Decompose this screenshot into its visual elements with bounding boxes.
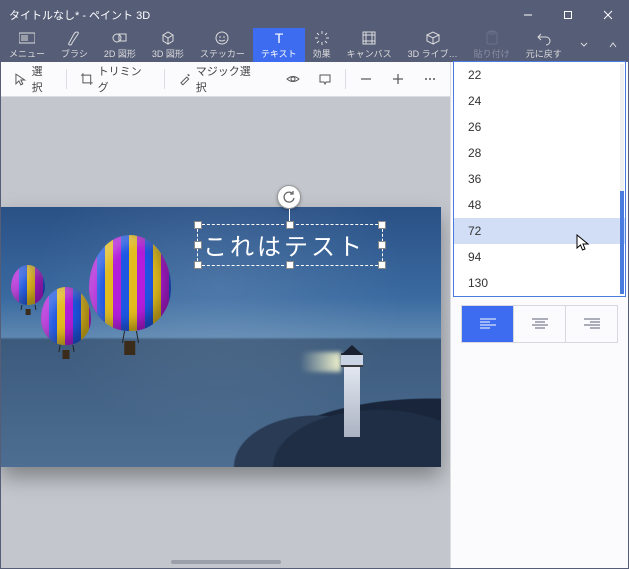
app-body: 選択 トリミング マジック選択 <box>1 62 628 568</box>
menu-icon <box>19 30 35 46</box>
ribbon-sticker[interactable]: ステッカー <box>192 28 253 62</box>
effects-icon <box>314 30 330 46</box>
font-size-option[interactable]: 36 <box>454 166 625 192</box>
shapes-3d-icon <box>160 30 176 46</box>
secondary-toolbar: 選択 トリミング マジック選択 <box>1 62 450 97</box>
ribbon-text[interactable]: T テキスト <box>253 28 305 62</box>
more-button[interactable] <box>418 69 442 89</box>
ribbon: メニュー ブラシ 2D 図形 3D 図形 ステッカー T テキスト 効果 キャン <box>1 28 628 62</box>
ribbon-label: メニュー <box>9 47 45 60</box>
resize-handle[interactable] <box>286 261 294 269</box>
image-lighthouse <box>341 345 363 437</box>
canvas-icon <box>361 30 377 46</box>
crop-tool[interactable]: トリミング <box>75 60 156 98</box>
svg-text:T: T <box>274 30 283 46</box>
undo-icon <box>536 30 552 46</box>
font-size-option[interactable]: 130 <box>454 270 625 296</box>
ribbon-3dlibrary[interactable]: 3D ライブ… <box>400 28 466 62</box>
sticker-icon <box>214 30 230 46</box>
font-size-option[interactable]: 24 <box>454 88 625 114</box>
ribbon-label: ブラシ <box>61 47 88 60</box>
font-size-option[interactable]: 26 <box>454 114 625 140</box>
text-align-group <box>461 305 618 343</box>
mixed-reality-button[interactable] <box>313 69 337 89</box>
ribbon-label: ステッカー <box>200 47 245 60</box>
canvas-text-content[interactable]: これはテスト <box>203 227 365 262</box>
listbox-scrollbar[interactable] <box>620 64 624 294</box>
magic-select-tool[interactable]: マジック選択 <box>173 60 265 98</box>
minimize-button[interactable] <box>508 1 548 28</box>
app-window: タイトルなし* - ペイント 3D メニュー ブラシ 2D 図形 3D 図形 ス… <box>0 0 629 569</box>
canvas-area[interactable]: これはテスト <box>1 97 450 568</box>
align-left-button[interactable] <box>462 306 514 342</box>
brush-icon <box>66 30 82 46</box>
ribbon-label: 元に戻す <box>526 47 562 60</box>
ribbon-menu[interactable]: メニュー <box>1 28 53 62</box>
zoom-in-button[interactable] <box>386 69 410 89</box>
view-3d-button[interactable] <box>281 69 305 89</box>
resize-handle[interactable] <box>378 261 386 269</box>
ribbon-brush[interactable]: ブラシ <box>53 28 96 62</box>
resize-handle[interactable] <box>378 221 386 229</box>
font-size-option-selected[interactable]: 72 <box>454 218 625 244</box>
image-balloon <box>41 287 91 359</box>
image-balloon <box>89 235 171 355</box>
ribbon-collapse[interactable] <box>599 28 628 62</box>
titlebar: タイトルなし* - ペイント 3D <box>1 1 628 28</box>
font-size-option[interactable]: 28 <box>454 140 625 166</box>
paste-icon <box>484 30 500 46</box>
ribbon-undo[interactable]: 元に戻す <box>518 28 570 62</box>
align-right-button[interactable] <box>566 306 617 342</box>
maximize-button[interactable] <box>548 1 588 28</box>
resize-handle[interactable] <box>194 261 202 269</box>
ribbon-label: キャンバス <box>347 47 392 60</box>
ribbon-effects[interactable]: 効果 <box>305 28 339 62</box>
ribbon-2d[interactable]: 2D 図形 <box>96 28 144 62</box>
ribbon-paste: 貼り付け <box>466 28 518 62</box>
shapes-2d-icon <box>112 30 128 46</box>
ribbon-label: 3D 図形 <box>152 47 184 60</box>
ribbon-canvas[interactable]: キャンバス <box>339 28 400 62</box>
close-button[interactable] <box>588 1 628 28</box>
text-icon: T <box>271 30 287 46</box>
align-center-button[interactable] <box>514 306 566 342</box>
library-icon <box>425 30 441 46</box>
ribbon-label: 貼り付け <box>474 47 510 60</box>
ribbon-label: 3D ライブ… <box>408 47 458 60</box>
zoom-out-button[interactable] <box>354 69 378 89</box>
ribbon-label: 効果 <box>313 47 331 60</box>
resize-handle[interactable] <box>194 241 202 249</box>
window-title: タイトルなし* - ペイント 3D <box>9 7 508 23</box>
select-tool[interactable]: 選択 <box>9 60 58 98</box>
font-size-option[interactable]: 94 <box>454 244 625 270</box>
font-size-option[interactable]: 48 <box>454 192 625 218</box>
ribbon-label: テキスト <box>261 47 297 60</box>
font-size-option[interactable]: 22 <box>454 62 625 88</box>
font-size-listbox[interactable]: 22 24 26 28 36 48 72 94 130 <box>453 61 626 297</box>
resize-handle[interactable] <box>194 221 202 229</box>
resize-handle[interactable] <box>378 241 386 249</box>
image-rocks <box>231 387 441 467</box>
rotate-handle[interactable] <box>277 185 301 209</box>
work-area: 選択 トリミング マジック選択 <box>1 62 450 568</box>
ribbon-label: 2D 図形 <box>104 47 136 60</box>
image-balloon <box>11 265 45 315</box>
text-side-panel: 22 24 26 28 36 48 72 94 130 <box>450 62 628 568</box>
horizontal-scrollbar[interactable] <box>171 560 281 564</box>
ribbon-more-dropdown[interactable] <box>570 28 599 62</box>
ribbon-3d[interactable]: 3D 図形 <box>144 28 192 62</box>
